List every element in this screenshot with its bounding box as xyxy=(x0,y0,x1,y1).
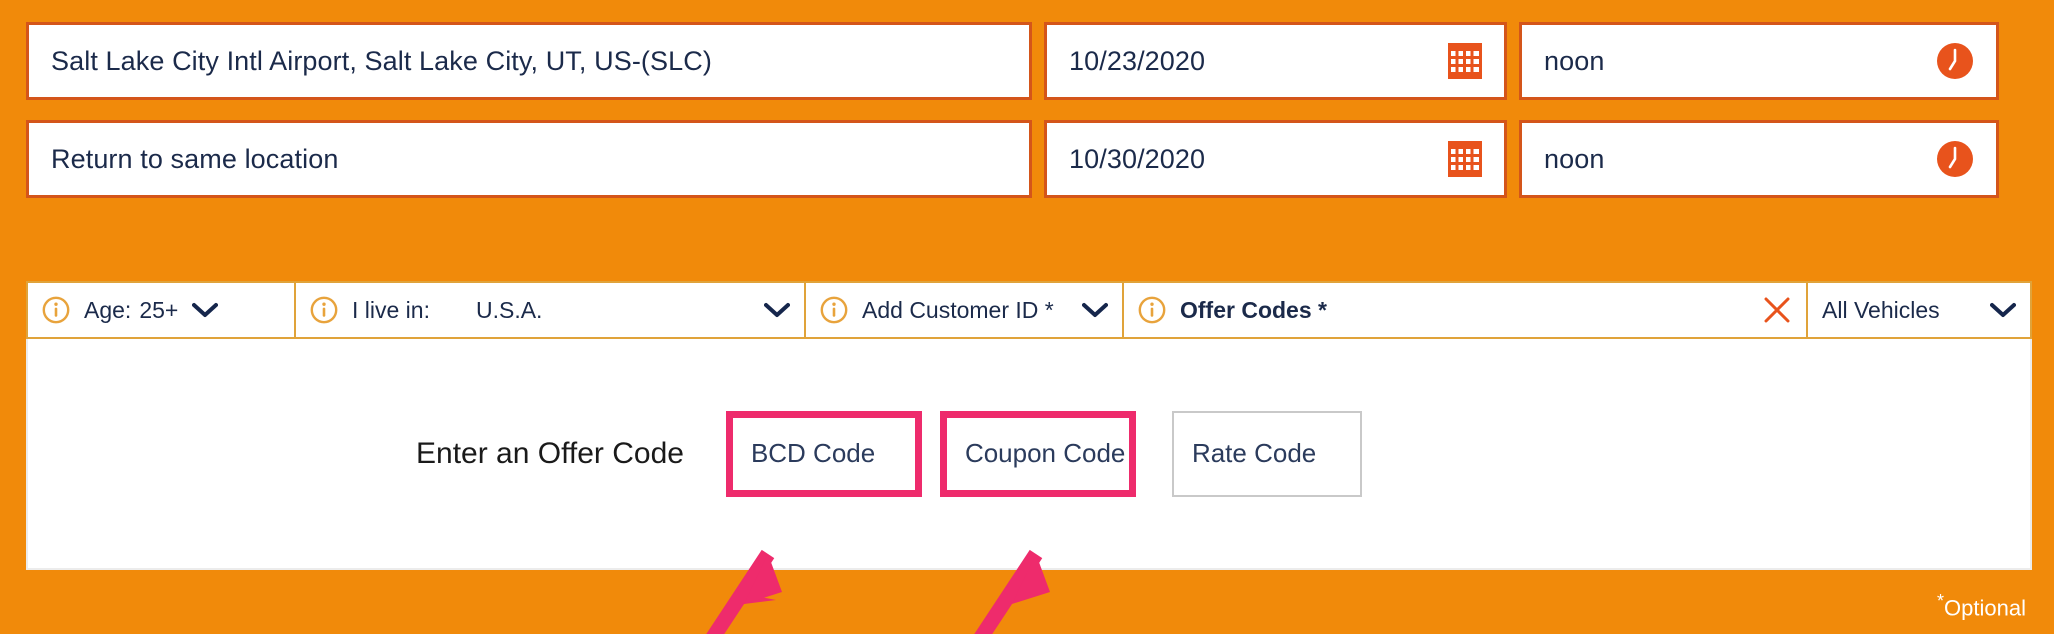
return-location-input[interactable]: Return to same location xyxy=(26,120,1032,198)
clock-icon[interactable] xyxy=(1936,42,1974,80)
pickup-time-value: noon xyxy=(1544,45,1605,76)
pickup-date-value: 10/23/2020 xyxy=(1069,45,1206,76)
return-location-value: Return to same location xyxy=(51,143,339,174)
return-time-input[interactable]: noon xyxy=(1519,120,1999,198)
pickup-location-input[interactable]: Salt Lake City Intl Airport, Salt Lake C… xyxy=(26,22,1032,100)
chevron-down-icon[interactable] xyxy=(1990,302,2016,318)
return-search-row: Return to same location 10/30/2020 noon xyxy=(26,120,2032,198)
offer-codes-selector[interactable]: Offer Codes * xyxy=(1124,283,1808,337)
close-x-icon-svg xyxy=(1764,297,1790,323)
info-icon-svg xyxy=(42,296,70,324)
calendar-icon[interactable] xyxy=(1448,141,1482,177)
pickup-time-input[interactable]: noon xyxy=(1519,22,1999,100)
offer-codes-label: Offer Codes * xyxy=(1180,296,1327,323)
calendar-icon-svg xyxy=(1448,141,1482,177)
bcd-code-placeholder: BCD Code xyxy=(750,438,876,468)
pickup-location-value: Salt Lake City Intl Airport, Salt Lake C… xyxy=(51,45,712,76)
chevron-down-icon-svg xyxy=(764,303,790,317)
coupon-code-input[interactable]: Coupon Code xyxy=(939,410,1136,497)
rate-code-placeholder: Rate Code xyxy=(1191,438,1317,468)
close-x-icon[interactable] xyxy=(1762,295,1792,325)
clock-icon-svg xyxy=(1937,141,1973,177)
clock-icon[interactable] xyxy=(1936,140,1974,178)
info-icon-svg xyxy=(1138,296,1166,324)
chevron-down-icon[interactable] xyxy=(192,302,219,318)
age-label: Age: xyxy=(84,296,132,323)
add-customer-id-selector[interactable]: Add Customer ID * xyxy=(806,283,1124,337)
age-value: 25+ xyxy=(139,296,179,323)
info-icon[interactable] xyxy=(42,296,70,324)
age-selector[interactable]: Age: 25+ xyxy=(28,283,296,337)
offer-code-panel: Enter an Offer Code BCD Code Coupon Code… xyxy=(26,339,2032,570)
return-time-value: noon xyxy=(1544,143,1605,174)
pickup-date-input[interactable]: 10/23/2020 xyxy=(1044,22,1507,100)
return-date-value: 10/30/2020 xyxy=(1069,143,1206,174)
live-in-label: I live in: xyxy=(352,296,430,323)
info-icon[interactable] xyxy=(1138,296,1166,324)
live-in-value: U.S.A. xyxy=(475,296,543,323)
info-icon-svg xyxy=(310,296,338,324)
calendar-icon-svg xyxy=(1448,43,1482,79)
optional-note: *Optional xyxy=(1937,591,2026,621)
enter-offer-code-label: Enter an Offer Code xyxy=(416,436,684,470)
vehicle-class-value: All Vehicles xyxy=(1822,296,1940,323)
options-bar: Age: 25+ I live in: U.S.A. Add Customer … xyxy=(26,281,2032,339)
chevron-down-icon-svg xyxy=(192,303,219,317)
optional-label: Optional xyxy=(1944,595,2026,620)
add-customer-id-label: Add Customer ID * xyxy=(862,296,1054,323)
pickup-search-row: Salt Lake City Intl Airport, Salt Lake C… xyxy=(26,22,2032,100)
clock-icon-svg xyxy=(1937,43,1973,79)
chevron-down-icon[interactable] xyxy=(1082,302,1108,318)
info-icon[interactable] xyxy=(310,296,338,324)
rate-code-input[interactable]: Rate Code xyxy=(1171,410,1362,497)
info-icon-svg xyxy=(820,296,848,324)
chevron-down-icon[interactable] xyxy=(764,302,790,318)
return-date-input[interactable]: 10/30/2020 xyxy=(1044,120,1507,198)
chevron-down-icon-svg xyxy=(1990,303,2016,317)
calendar-icon[interactable] xyxy=(1448,43,1482,79)
bcd-code-input[interactable]: BCD Code xyxy=(725,410,922,497)
chevron-down-icon-svg xyxy=(1082,303,1108,317)
offer-code-row: Enter an Offer Code BCD Code Coupon Code… xyxy=(416,410,1362,497)
live-in-selector[interactable]: I live in: U.S.A. xyxy=(296,283,806,337)
vehicle-class-selector[interactable]: All Vehicles xyxy=(1808,283,2030,337)
optional-star: * xyxy=(1937,590,1945,611)
coupon-code-placeholder: Coupon Code xyxy=(964,438,1126,468)
info-icon[interactable] xyxy=(820,296,848,324)
